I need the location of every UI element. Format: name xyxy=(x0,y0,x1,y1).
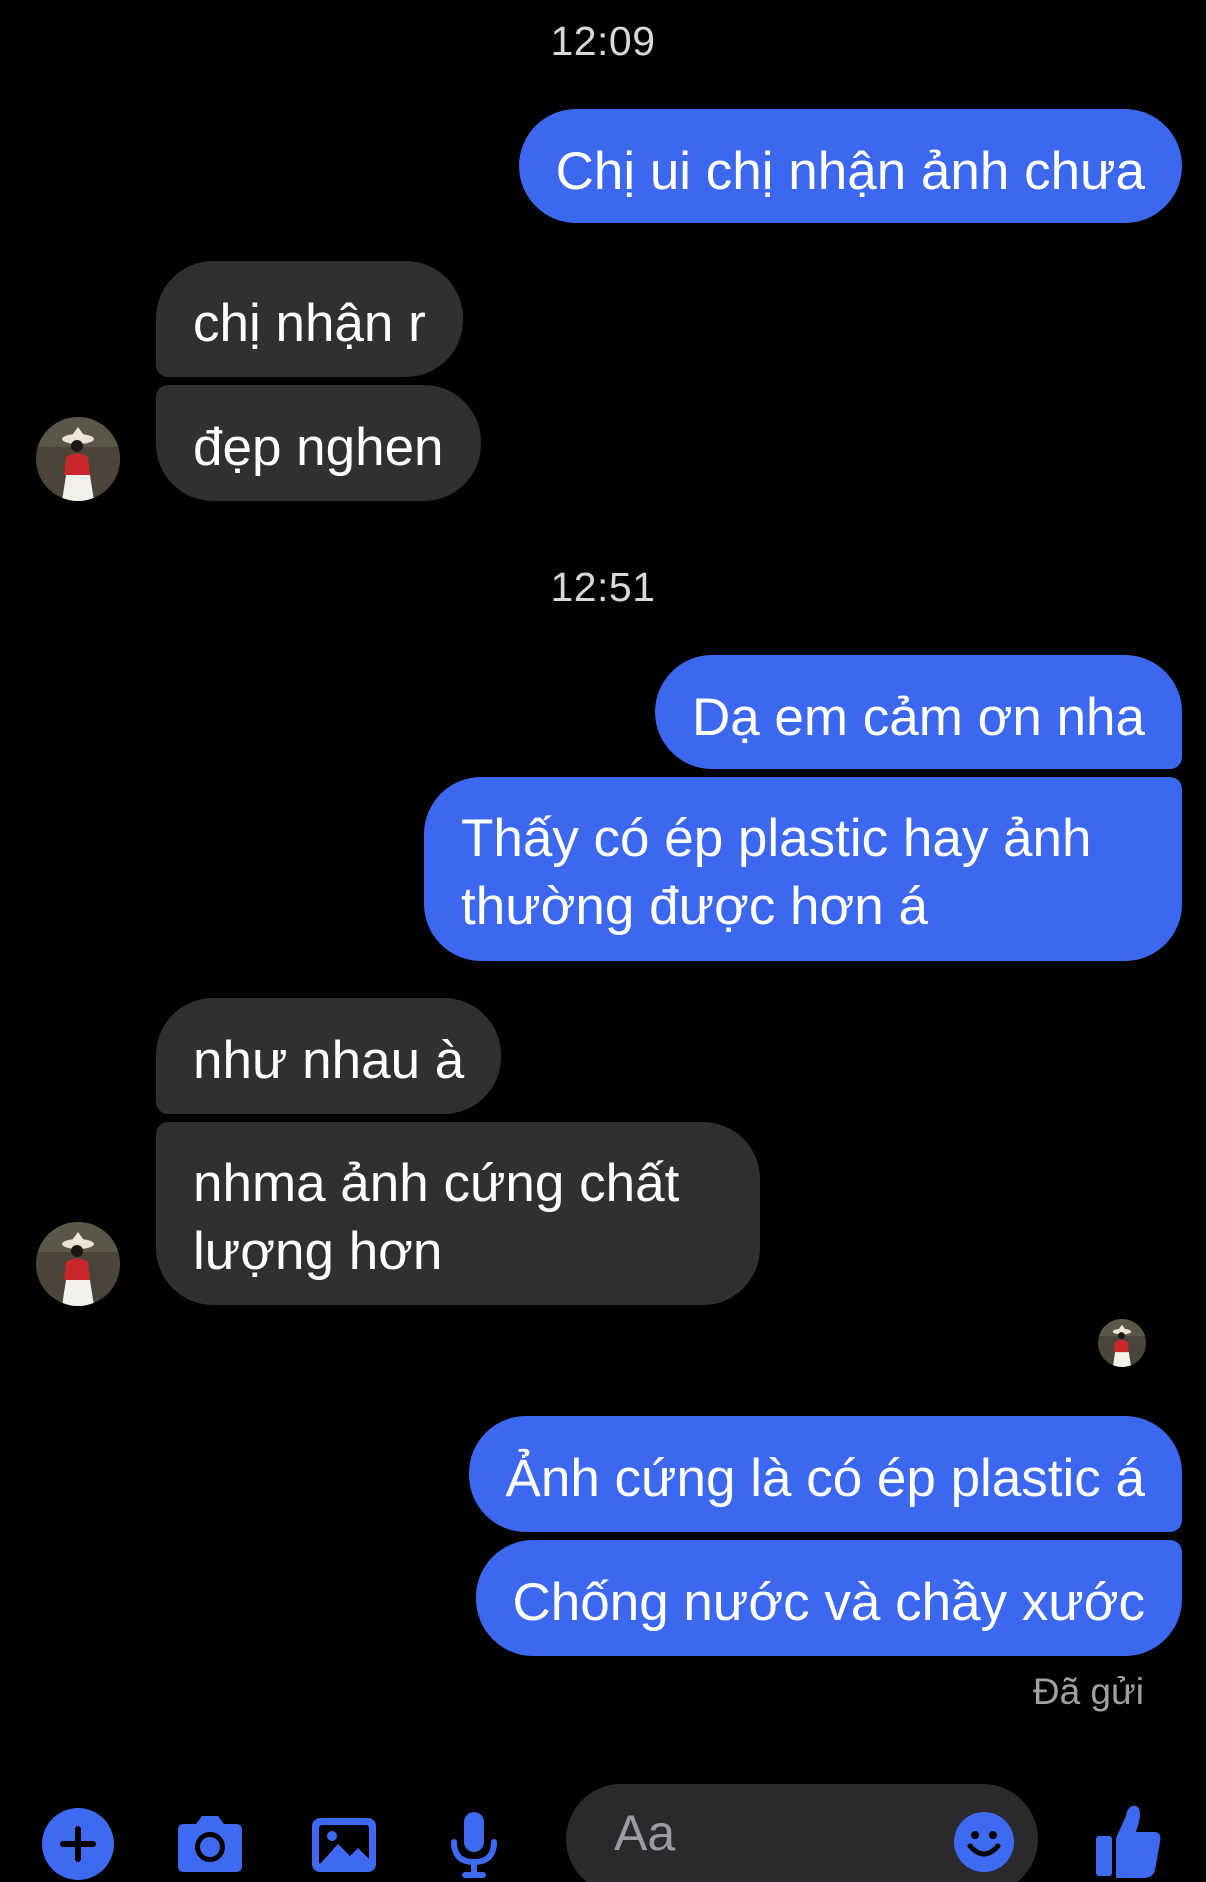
incoming-message[interactable]: nhma ảnh cứng chất lượng hơn xyxy=(156,1122,760,1305)
incoming-message[interactable]: như nhau à xyxy=(156,998,502,1114)
camera-icon xyxy=(178,1816,242,1872)
camera-button[interactable] xyxy=(168,1802,252,1882)
outgoing-message[interactable]: Chống nước và chầy xước xyxy=(475,1540,1182,1656)
timestamp: 12:09 xyxy=(550,18,656,64)
composer-toolbar xyxy=(0,1776,1206,1882)
timestamp: 12:51 xyxy=(550,564,656,610)
delivery-status: Đã gửi xyxy=(1032,1671,1144,1712)
plus-button[interactable] xyxy=(36,1802,120,1882)
contact-avatar[interactable] xyxy=(36,417,120,501)
emoji-icon xyxy=(954,1812,1014,1872)
message-composer[interactable] xyxy=(566,1784,1038,1882)
avatar-photo xyxy=(36,417,120,501)
emoji-button[interactable] xyxy=(952,1810,1016,1874)
outgoing-message[interactable]: Thấy có ép plastic hay ảnh thường được h… xyxy=(424,777,1182,961)
outgoing-message[interactable]: Dạ em cảm ơn nha xyxy=(654,655,1182,769)
microphone-icon xyxy=(451,1812,497,1878)
incoming-message[interactable]: chị nhận r xyxy=(156,261,463,377)
avatar-photo xyxy=(36,1222,120,1306)
like-button[interactable] xyxy=(1092,1796,1164,1882)
plus-icon xyxy=(42,1808,114,1880)
message-input[interactable] xyxy=(614,1784,914,1882)
incoming-message[interactable]: đẹp nghen xyxy=(156,385,481,501)
thumbs-up-icon xyxy=(1096,1805,1161,1878)
outgoing-message[interactable]: Chị ui chị nhận ảnh chưa xyxy=(518,109,1182,223)
microphone-button[interactable] xyxy=(432,1802,516,1882)
contact-avatar[interactable] xyxy=(36,1222,120,1306)
image-icon xyxy=(312,1818,376,1872)
avatar-photo xyxy=(1098,1319,1146,1367)
outgoing-message[interactable]: Ảnh cứng là có ép plastic á xyxy=(468,1416,1182,1532)
gallery-button[interactable] xyxy=(302,1802,386,1882)
seen-indicator-avatar xyxy=(1098,1319,1146,1367)
